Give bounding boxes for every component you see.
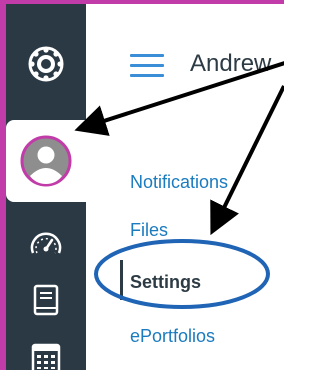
menu-item-settings[interactable]: Settings: [130, 272, 201, 293]
account-avatar-icon: [20, 135, 72, 187]
menu-item-notifications[interactable]: Notifications: [130, 172, 228, 193]
rail-item-calendar[interactable]: [6, 330, 86, 386]
account-menu: Notifications Files Settings ePortfolios: [86, 0, 284, 370]
rail-item-logo[interactable]: [6, 14, 86, 114]
canvas-logo-icon: [28, 46, 64, 82]
menu-item-eportfolios[interactable]: ePortfolios: [130, 326, 215, 347]
menu-item-files[interactable]: Files: [130, 220, 168, 241]
dashboard-gauge-icon: [30, 232, 62, 254]
rail-item-account[interactable]: [6, 120, 86, 202]
global-navigation-rail: [6, 4, 86, 374]
courses-book-icon: [33, 284, 59, 316]
rail-item-dashboard[interactable]: [6, 216, 86, 268]
rail-item-courses[interactable]: [6, 276, 86, 326]
active-item-indicator: [120, 260, 123, 300]
